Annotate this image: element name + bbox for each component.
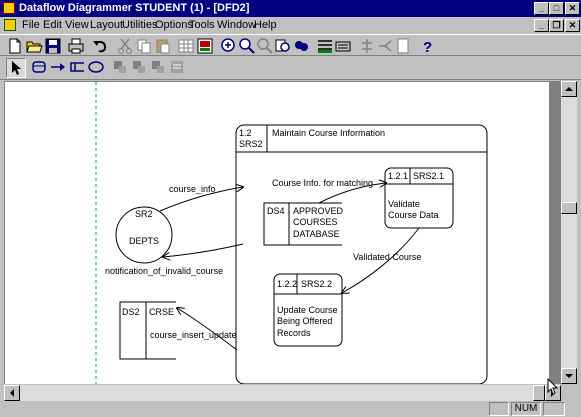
zoom-fit-icon[interactable] xyxy=(256,37,274,55)
datastore-tool-icon[interactable] xyxy=(68,58,88,78)
copy-icon[interactable] xyxy=(135,37,153,55)
minimize-button[interactable]: _ xyxy=(534,2,549,15)
close-button[interactable]: ✕ xyxy=(565,2,580,15)
process-validate-name-1: Validate xyxy=(388,199,420,209)
menu-view[interactable]: View xyxy=(65,19,89,31)
flow-invalid-course-label: notification_of_invalid_course xyxy=(105,266,223,276)
window-title: Dataflow Diagrammer STUDENT (1) - [DFD2] xyxy=(19,2,250,14)
vertical-scroll-thumb[interactable] xyxy=(561,202,577,214)
zoom-out-icon[interactable] xyxy=(238,37,256,55)
entity-name: DEPTS xyxy=(129,236,159,246)
parent-process-name: Maintain Course Information xyxy=(272,128,385,138)
maximize-button[interactable]: □ xyxy=(549,2,564,15)
process-update-id: SRS2.2 xyxy=(301,279,332,289)
parent-process-number: 1.2 xyxy=(239,128,252,138)
cut-icon[interactable] xyxy=(116,37,134,55)
annotate-icon[interactable] xyxy=(168,58,188,78)
scroll-up-button[interactable] xyxy=(561,81,577,97)
flow-validated-course-label: Validated Course xyxy=(353,252,421,262)
connect-icon[interactable] xyxy=(358,37,376,55)
menu-file[interactable]: File xyxy=(22,19,40,31)
process-validate-name-2: Course Data xyxy=(388,210,439,220)
menu-window[interactable]: Window xyxy=(217,19,256,31)
child-minimize-button[interactable]: _ xyxy=(534,19,549,32)
flow-insert-update-label: course_insert_update xyxy=(150,330,237,340)
menu-tools[interactable]: Tools xyxy=(189,19,215,31)
process-update-name-2: Being Offered xyxy=(277,316,332,326)
horizontal-scrollbar[interactable] xyxy=(4,385,561,401)
app-window: Dataflow Diagrammer STUDENT (1) - [DFD2]… xyxy=(0,0,581,417)
flow-course-info-label: course_info xyxy=(169,184,216,194)
align-icon[interactable] xyxy=(316,37,334,55)
status-num: NUM xyxy=(511,402,541,416)
find-next-icon[interactable] xyxy=(292,37,310,55)
process-tool-icon[interactable] xyxy=(30,58,50,78)
datastore-ds4-id: DS4 xyxy=(267,206,285,216)
process-update-name-3: Records xyxy=(277,328,311,338)
paste-icon[interactable] xyxy=(154,37,172,55)
undo-icon[interactable] xyxy=(91,37,109,55)
menu-help[interactable]: Help xyxy=(254,19,277,31)
menu-layout[interactable]: Layout xyxy=(90,19,123,31)
child-close-button[interactable]: ✕ xyxy=(565,19,580,32)
svg-text:?: ? xyxy=(423,39,432,55)
status-pane-1 xyxy=(489,402,509,416)
new-icon[interactable] xyxy=(6,37,24,55)
entity-id: SR2 xyxy=(135,209,153,219)
menu-utilities[interactable]: Utilities xyxy=(122,19,157,31)
properties-icon[interactable] xyxy=(334,37,352,55)
process-validate[interactable]: 1.2.1 SRS2.1 Validate Course Data xyxy=(384,167,454,229)
datastore-ds4-name-1: APPROVED xyxy=(293,206,344,216)
entity-tool-icon[interactable] xyxy=(87,58,107,78)
pointer-icon[interactable] xyxy=(6,58,26,78)
level-up-icon[interactable] xyxy=(149,58,169,78)
parent-process-id: SRS2 xyxy=(239,139,263,149)
menu-bar: File Edit View Layout Utilities Options … xyxy=(0,17,581,34)
explode-icon[interactable] xyxy=(111,58,131,78)
save-icon[interactable] xyxy=(44,37,62,55)
help-icon[interactable]: ? xyxy=(418,37,436,56)
image-icon[interactable] xyxy=(196,37,214,55)
grid-icon[interactable] xyxy=(177,37,195,55)
implode-icon[interactable] xyxy=(130,58,150,78)
scroll-left-button[interactable] xyxy=(4,385,20,401)
mouse-cursor-icon xyxy=(547,378,559,395)
datastore-ds4-name-3: DATABASE xyxy=(293,229,340,239)
main-toolbar: ? xyxy=(0,34,581,56)
flow-matching-label: Course Info. for matching xyxy=(272,178,373,188)
process-validate-id: SRS2.1 xyxy=(413,171,444,181)
split-icon[interactable] xyxy=(376,37,394,55)
find-icon[interactable] xyxy=(274,37,292,55)
print-icon[interactable] xyxy=(67,37,85,55)
datastore-ds2-name: CRSE xyxy=(149,307,174,317)
process-validate-number: 1.2.1 xyxy=(388,171,408,181)
process-update-number: 1.2.2 xyxy=(277,279,297,289)
datastore-ds4[interactable]: DS4 APPROVED COURSES DATABASE xyxy=(263,202,344,246)
canvas-border xyxy=(549,81,561,384)
status-bar: NUM xyxy=(0,401,581,417)
child-restore-button[interactable]: ❐ xyxy=(549,19,564,32)
app-icon[interactable] xyxy=(3,2,15,14)
title-bar: Dataflow Diagrammer STUDENT (1) - [DFD2]… xyxy=(0,0,581,17)
open-icon[interactable] xyxy=(25,37,43,55)
process-update[interactable]: 1.2.2 SRS2.2 Update Course Being Offered… xyxy=(273,273,343,347)
diagram-canvas[interactable]: 1.2 SRS2 Maintain Course Information SR2… xyxy=(4,81,549,384)
external-entity[interactable]: SR2 DEPTS xyxy=(115,206,173,264)
tool-palette xyxy=(0,56,581,80)
flow-course-info[interactable]: course_info xyxy=(159,184,243,212)
scroll-down-button[interactable] xyxy=(561,368,577,384)
vertical-scrollbar[interactable] xyxy=(561,81,577,384)
horizontal-scroll-thumb[interactable] xyxy=(533,385,545,401)
datastore-ds2-id: DS2 xyxy=(122,307,140,317)
datastore-ds4-name-2: COURSES xyxy=(293,217,338,227)
page-icon[interactable] xyxy=(394,37,412,55)
document-icon[interactable] xyxy=(4,19,16,31)
zoom-in-icon[interactable] xyxy=(220,37,238,55)
menu-options[interactable]: Options xyxy=(155,19,193,31)
menu-edit[interactable]: Edit xyxy=(43,19,62,31)
status-pane-3 xyxy=(543,402,565,416)
flow-tool-icon[interactable] xyxy=(49,58,69,78)
process-update-name-1: Update Course xyxy=(277,305,338,315)
